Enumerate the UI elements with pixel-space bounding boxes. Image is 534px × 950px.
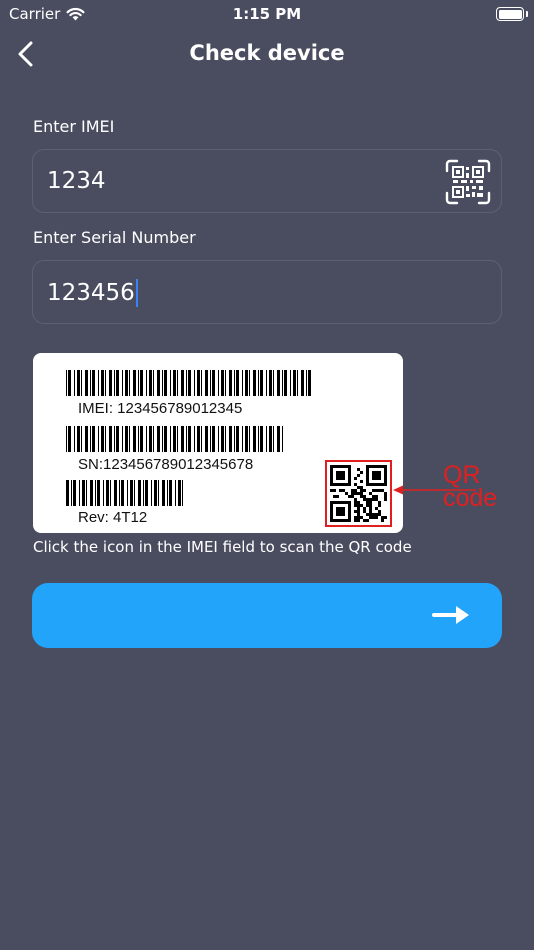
rev-barcode <box>66 480 186 506</box>
label-rev-text: Rev: 4T12 <box>78 509 148 526</box>
next-button[interactable] <box>32 583 502 648</box>
imei-label: Enter IMEI <box>33 117 115 136</box>
qr-scan-button[interactable] <box>445 159 491 205</box>
imei-barcode <box>66 370 314 396</box>
serial-input[interactable]: 123456 <box>32 260 502 324</box>
qr-code-graphic <box>330 465 387 522</box>
serial-value-text: 123456 <box>47 280 135 306</box>
serial-value: 123456 <box>47 279 138 307</box>
scan-hint: Click the icon in the IMEI field to scan… <box>33 538 412 556</box>
label-sn-text: SN:123456789012345678 <box>78 456 254 473</box>
qr-scan-icon <box>445 159 491 205</box>
battery-icon <box>496 7 524 21</box>
text-cursor <box>135 279 138 307</box>
imei-value: 1234 <box>47 168 106 194</box>
nav-bar: Check device <box>0 28 534 80</box>
sn-barcode <box>66 426 284 452</box>
status-bar: Carrier 1:15 PM <box>0 0 534 28</box>
serial-label: Enter Serial Number <box>33 228 196 247</box>
imei-value-text: 1234 <box>47 168 106 194</box>
label-example-image: IMEI: 123456789012345 SN:123456789012345… <box>33 353 497 533</box>
callout-code-text: code <box>443 484 498 512</box>
label-qr-code <box>325 460 392 527</box>
label-imei-text: IMEI: 123456789012345 <box>78 400 243 417</box>
battery-tip <box>526 11 528 17</box>
arrow-right-icon <box>432 606 469 624</box>
status-time: 1:15 PM <box>232 5 302 23</box>
page-title: Check device <box>189 41 345 65</box>
imei-input[interactable]: 1234 <box>32 149 502 213</box>
